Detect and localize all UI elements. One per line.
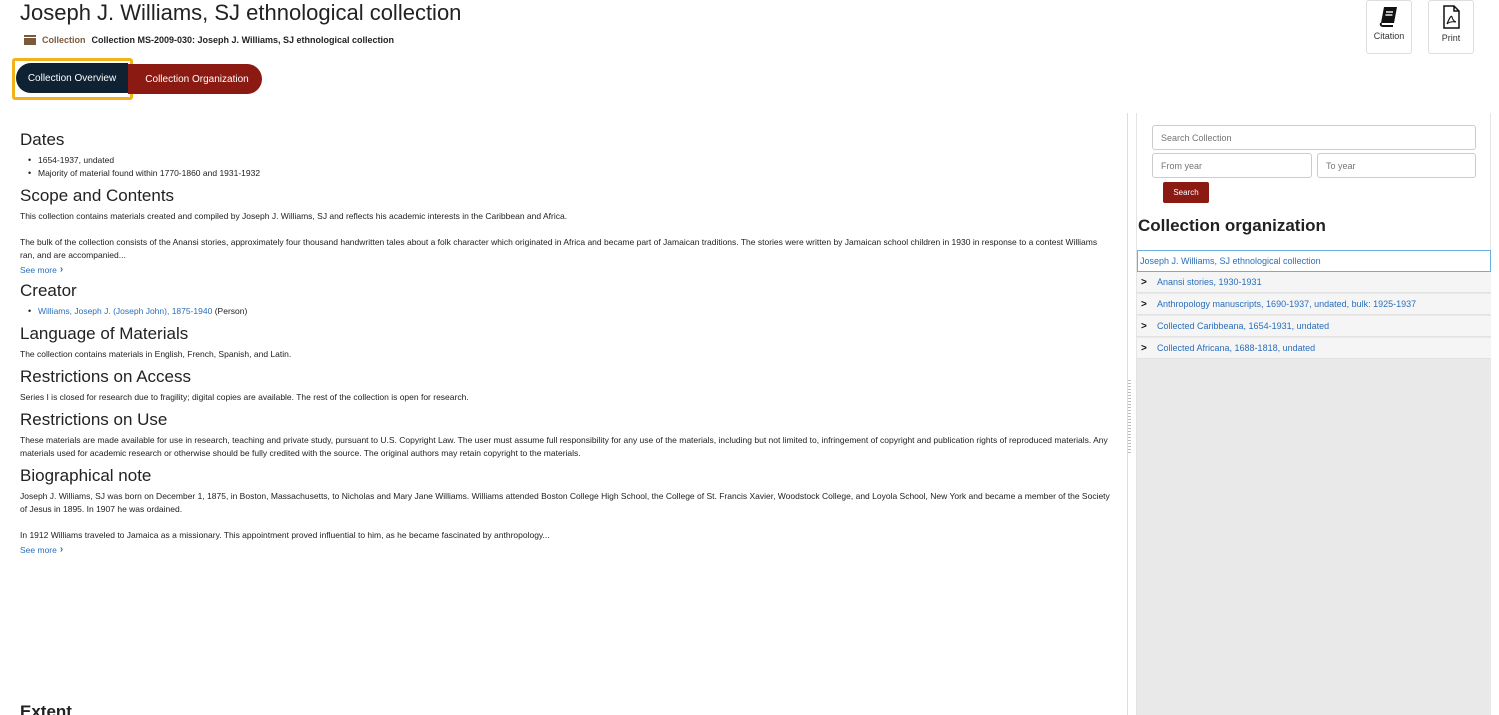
creator-section: Creator Williams, Joseph J. (Joseph John… xyxy=(20,281,1110,318)
dates-heading: Dates xyxy=(20,130,65,149)
language-text: The collection contains materials in Eng… xyxy=(20,349,292,359)
splitter-grip-icon[interactable] xyxy=(1128,380,1131,454)
to-year-input[interactable] xyxy=(1317,153,1476,178)
chevron-right-icon: › xyxy=(59,544,64,555)
search-collection-input[interactable] xyxy=(1152,125,1476,150)
see-more-label: See more xyxy=(20,544,57,555)
creator-item: Williams, Joseph J. (Joseph John), 1875-… xyxy=(28,305,1110,318)
citation-book-icon xyxy=(1379,7,1397,27)
language-section: Language of Materials The collection con… xyxy=(20,324,1110,361)
expand-chevron-icon[interactable]: > xyxy=(1141,343,1157,354)
use-section: Restrictions on Use These materials are … xyxy=(20,410,1110,460)
tree-item[interactable]: > Collected Caribbeana, 1654-1931, undat… xyxy=(1137,316,1491,337)
pdf-file-icon xyxy=(1443,5,1460,29)
record-type-label: Collection xyxy=(42,35,86,45)
collection-overview-content: Dates 1654-1937, undated Majority of mat… xyxy=(20,130,1110,561)
collection-organization-heading: Collection organization xyxy=(1138,216,1326,235)
access-heading: Restrictions on Access xyxy=(20,367,192,386)
tab-collection-organization[interactable]: Collection Organization xyxy=(128,64,262,94)
access-text: Series I is closed for research due to f… xyxy=(20,392,469,402)
tree-item[interactable]: > Anansi stories, 1930-1931 xyxy=(1137,272,1491,293)
tab-collection-overview[interactable]: Collection Overview xyxy=(16,63,128,93)
tree-root-item[interactable]: Joseph J. Williams, SJ ethnological coll… xyxy=(1137,250,1491,272)
extent-heading: Extent xyxy=(20,702,72,715)
creator-role: (Person) xyxy=(214,306,248,316)
bio-heading: Biographical note xyxy=(20,466,152,485)
expand-chevron-icon[interactable]: > xyxy=(1141,321,1157,332)
breadcrumb-text: Collection MS-2009-030: Joseph J. Willia… xyxy=(91,35,395,45)
from-year-input[interactable] xyxy=(1152,153,1312,178)
bio-paragraph: Joseph J. Williams, SJ was born on Decem… xyxy=(20,491,1110,514)
citation-button[interactable]: Citation xyxy=(1366,0,1412,54)
dates-section: Dates 1654-1937, undated Majority of mat… xyxy=(20,130,1110,180)
creator-link[interactable]: Williams, Joseph J. (Joseph John), 1875-… xyxy=(38,306,212,316)
see-more-label: See more xyxy=(20,264,57,275)
tree-item[interactable]: > Anthropology manuscripts, 1690-1937, u… xyxy=(1137,294,1491,315)
bio-paragraph: In 1912 Williams traveled to Jamaica as … xyxy=(20,530,550,540)
expand-chevron-icon[interactable]: > xyxy=(1141,299,1157,310)
scope-see-more-link[interactable]: See more › xyxy=(20,264,1110,275)
tree-item-label[interactable]: Collected Caribbeana, 1654-1931, undated xyxy=(1157,321,1329,331)
scope-section: Scope and Contents This collection conta… xyxy=(20,186,1110,275)
expand-chevron-icon[interactable]: > xyxy=(1141,277,1157,288)
tree-item-label[interactable]: Collected Africana, 1688-1818, undated xyxy=(1157,343,1315,353)
scope-paragraph: The bulk of the collection consists of t… xyxy=(20,237,1098,260)
bio-see-more-link[interactable]: See more › xyxy=(20,544,1110,555)
language-heading: Language of Materials xyxy=(20,324,189,343)
scope-heading: Scope and Contents xyxy=(20,186,175,205)
use-text: These materials are made available for u… xyxy=(20,435,1108,458)
bio-section: Biographical note Joseph J. Williams, SJ… xyxy=(20,466,1110,555)
tree-item-label[interactable]: Anthropology manuscripts, 1690-1937, und… xyxy=(1157,299,1416,309)
page-title: Joseph J. Williams, SJ ethnological coll… xyxy=(20,0,462,25)
creator-heading: Creator xyxy=(20,281,77,300)
breadcrumb: Collection Collection MS-2009-030: Josep… xyxy=(24,35,394,45)
scope-paragraph: This collection contains materials creat… xyxy=(20,211,568,221)
tree-item-label[interactable]: Anansi stories, 1930-1931 xyxy=(1157,277,1262,287)
citation-label: Citation xyxy=(1373,31,1405,41)
search-button[interactable]: Search xyxy=(1163,182,1209,203)
access-section: Restrictions on Access Series I is close… xyxy=(20,367,1110,404)
archive-box-icon xyxy=(24,35,36,45)
dates-item: 1654-1937, undated xyxy=(28,154,1110,167)
tab-overview-label: Collection Overview xyxy=(27,72,117,84)
tree-item[interactable]: > Collected Africana, 1688-1818, undated xyxy=(1137,338,1491,359)
print-button[interactable]: Print xyxy=(1428,0,1474,54)
print-label: Print xyxy=(1441,33,1461,43)
dates-item: Majority of material found within 1770-1… xyxy=(28,167,1110,180)
tab-organization-label: Collection Organization xyxy=(145,73,249,85)
use-heading: Restrictions on Use xyxy=(20,410,168,429)
chevron-right-icon: › xyxy=(59,264,64,275)
